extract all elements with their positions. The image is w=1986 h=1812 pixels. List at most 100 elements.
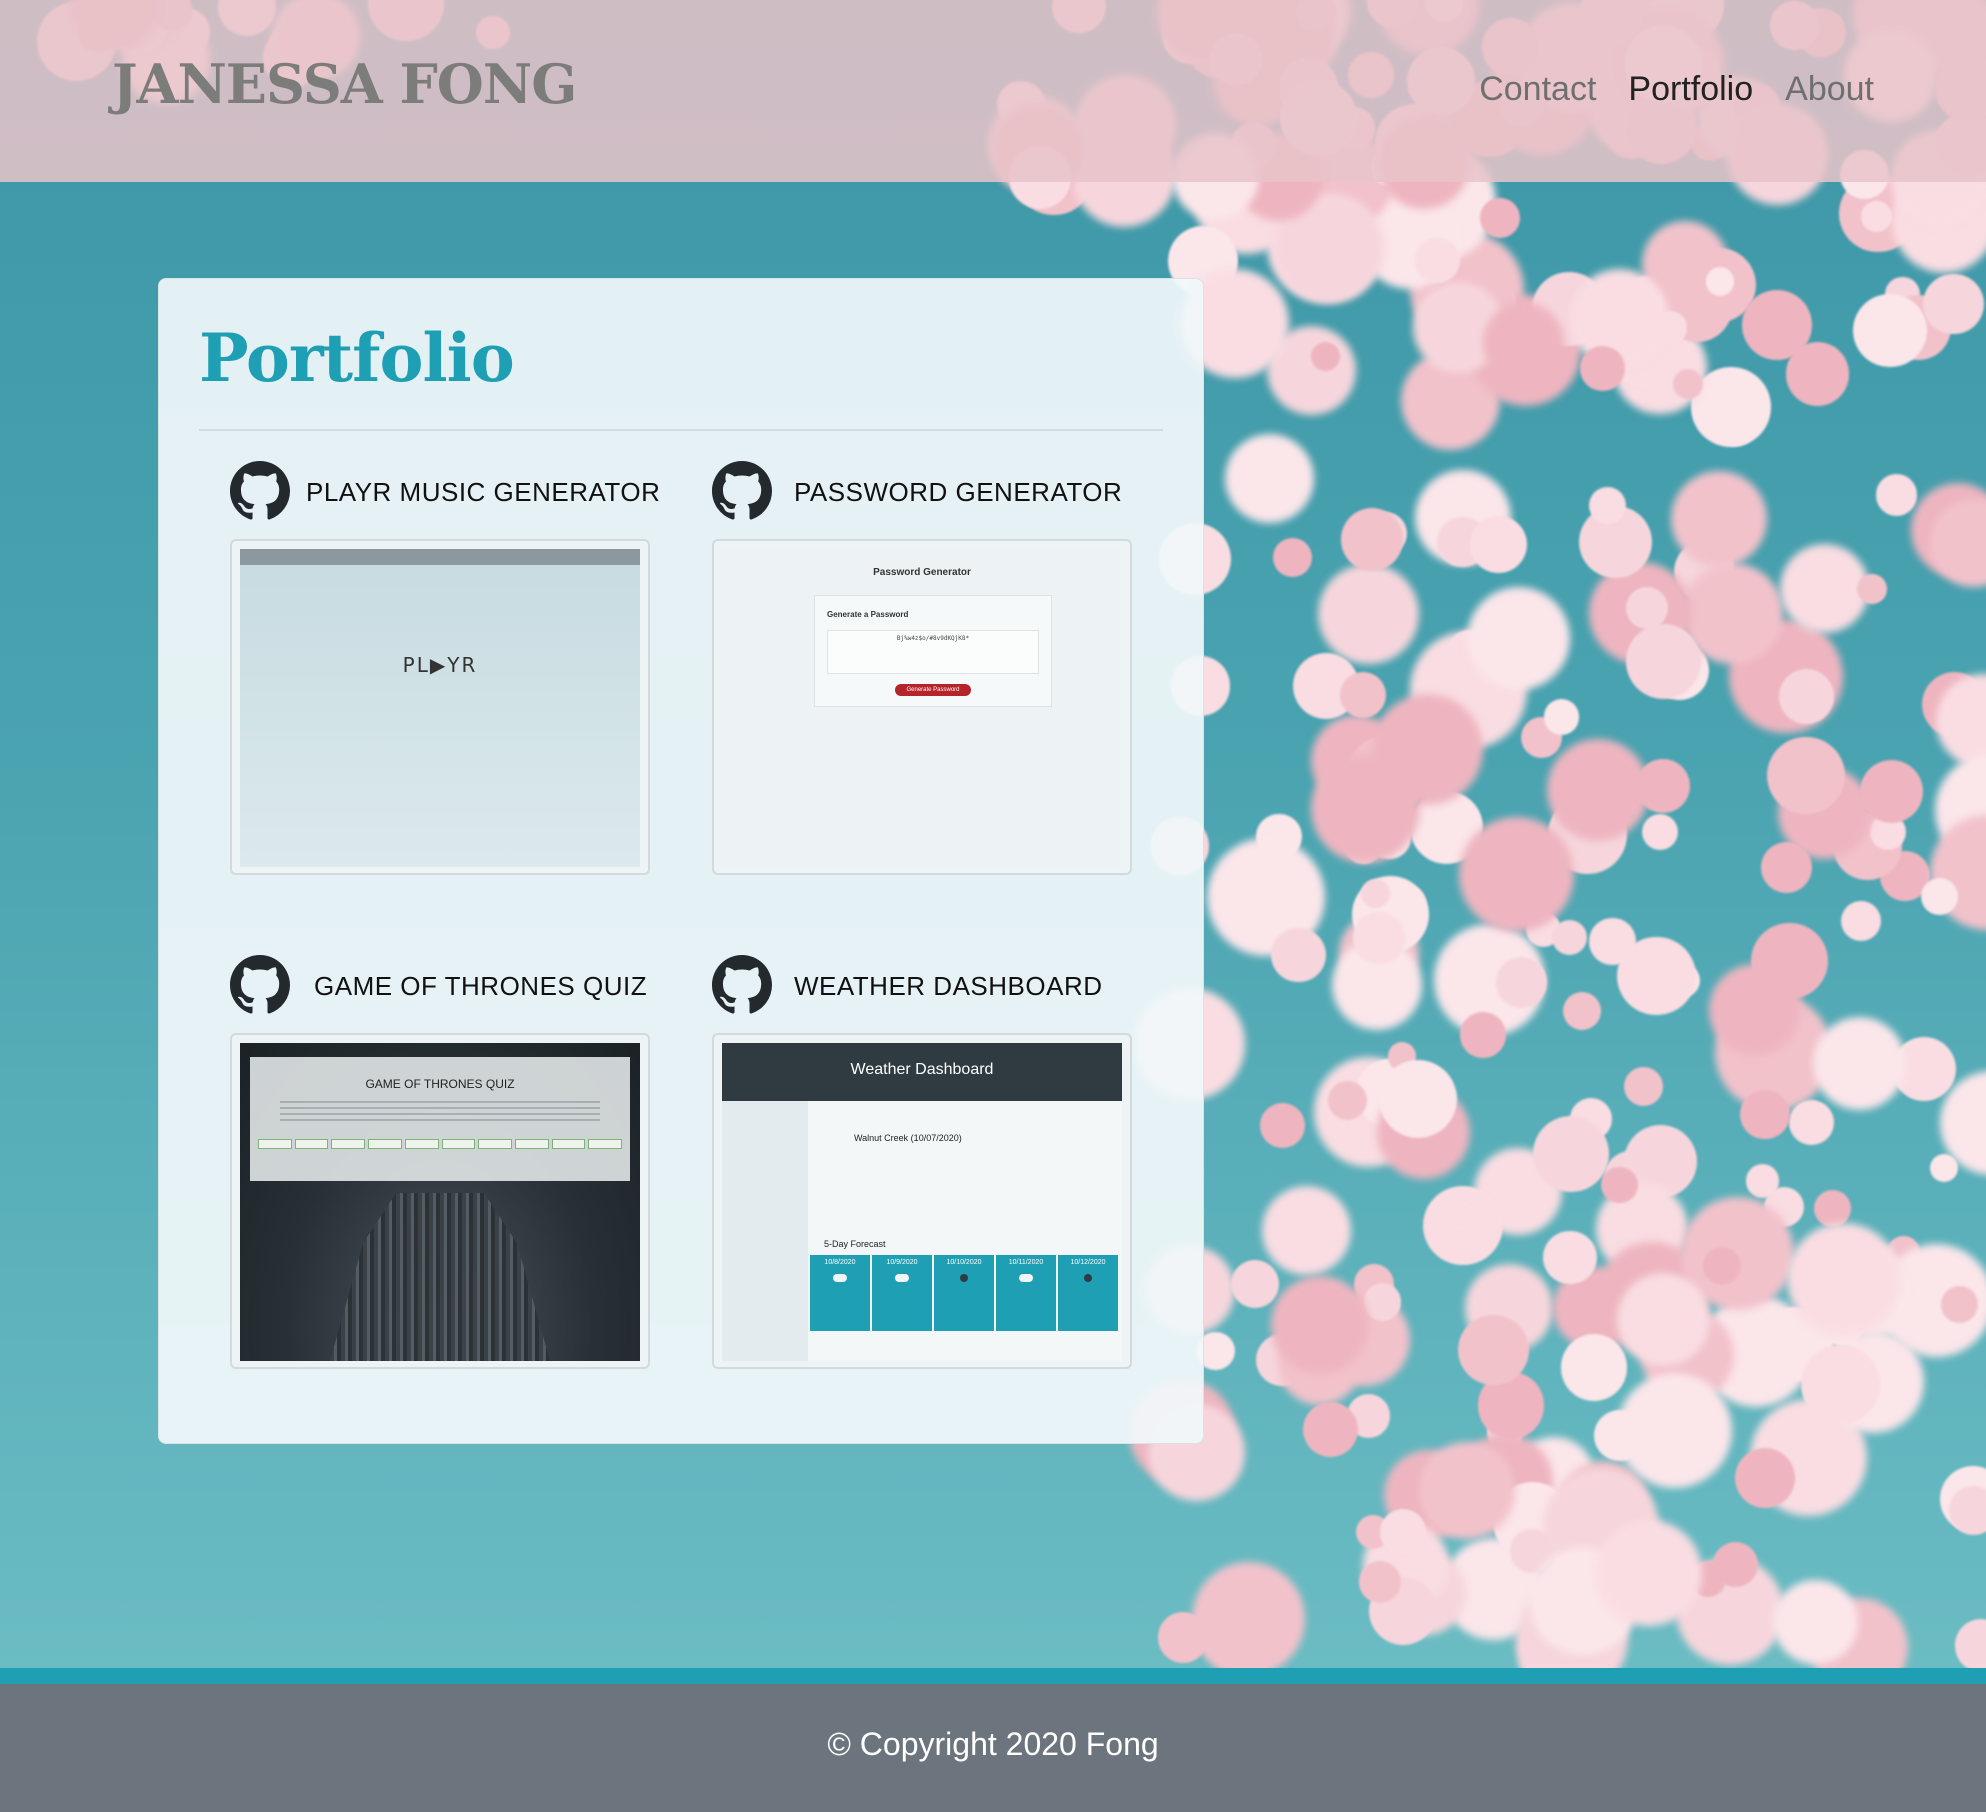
blossom-cluster (1543, 1231, 1597, 1285)
wx-sidebar (722, 1101, 808, 1361)
blossom-cluster (1671, 471, 1768, 568)
brand-logo[interactable]: JANESSA FONG (112, 52, 577, 116)
blossom-cluster (1773, 1579, 1858, 1665)
blossom-cluster (1414, 238, 1460, 284)
got-quiz-panel: GAME OF THRONES QUIZ (250, 1057, 630, 1181)
project-header: WEATHER DASHBOARD (712, 955, 1172, 1015)
blossom-cluster (1318, 563, 1420, 665)
wx-day: 10/10/2020 (934, 1255, 994, 1331)
project-screenshot[interactable]: Password Generator Generate a Password B… (712, 539, 1132, 875)
blossom-cluster (1787, 1222, 1900, 1336)
blossom-cluster (1861, 201, 1893, 233)
site-footer: © Copyright 2020 Fong (0, 1684, 1986, 1812)
blossom-cluster (1543, 698, 1580, 735)
blossom-cluster (1479, 198, 1520, 238)
blossom-cluster (1191, 1562, 1306, 1668)
iron-throne-image (330, 1193, 550, 1361)
playr-preview: PL▶YR (240, 549, 640, 867)
blossom-cluster (1380, 1508, 1427, 1555)
blossom-cluster (1930, 1153, 1959, 1182)
blossom-cluster (1875, 474, 1918, 516)
github-icon[interactable] (712, 955, 772, 1015)
blossom-cluster (1363, 1282, 1402, 1321)
project-title[interactable]: GAME OF THRONES QUIZ (314, 971, 647, 1002)
wx-day: 10/11/2020 (996, 1255, 1056, 1331)
blossom-cluster (1580, 345, 1625, 391)
project-title[interactable]: PASSWORD GENERATOR (794, 477, 1122, 508)
blossom-cluster (1706, 267, 1735, 296)
blossom-cluster (1271, 927, 1326, 982)
blossom-cluster (1483, 301, 1565, 384)
blossom-cluster (1458, 817, 1574, 933)
blossom-cluster (1533, 1116, 1609, 1192)
pw-card: Generate a Password Bj%w4z$o/#8v9dKQjK8*… (814, 595, 1052, 707)
blossom-cluster (1547, 739, 1649, 842)
blossom-cluster (1588, 486, 1627, 524)
got-house-buttons (258, 1139, 623, 1149)
blossom-cluster (1358, 1560, 1401, 1603)
blossom-cluster (1458, 1314, 1529, 1385)
wx-day: 10/8/2020 (810, 1255, 870, 1331)
blossom-cluster (1767, 736, 1845, 815)
blossom-cluster (1812, 1016, 1906, 1110)
blossom-cluster (1466, 587, 1570, 691)
blossom-cluster (1745, 1164, 1780, 1198)
blossom-cluster (1949, 1485, 1986, 1535)
nav-portfolio[interactable]: Portfolio (1628, 70, 1753, 109)
blossom-cluster (1271, 1276, 1369, 1374)
blossom-cluster (1785, 342, 1850, 406)
main-nav: Contact Portfolio About (1479, 70, 1874, 109)
page-title: Portfolio (199, 319, 515, 397)
blossom-cluster (1616, 1273, 1710, 1367)
playr-navbar (240, 549, 640, 565)
pw-title: Password Generator (873, 567, 971, 578)
wx-day: 10/12/2020 (1058, 1255, 1118, 1331)
blossom-cluster (1594, 1409, 1646, 1462)
site-header: JANESSA FONG Contact Portfolio About (0, 0, 1986, 182)
blossom-cluster (1259, 1102, 1306, 1149)
blossom-cluster (1600, 1166, 1638, 1204)
nav-contact[interactable]: Contact (1479, 70, 1596, 109)
blossom-cluster (1157, 1612, 1209, 1664)
blossom-cluster (1262, 1186, 1351, 1275)
nav-about[interactable]: About (1785, 70, 1874, 109)
blossom-cluster (1740, 1089, 1790, 1140)
project-header: PLAYR MUSIC GENERATOR (230, 461, 690, 521)
blossom-cluster (1859, 759, 1923, 823)
footer-accent-bar (0, 1668, 1986, 1684)
weather-preview: Weather Dashboard Walnut Creek (10/07/20… (722, 1043, 1122, 1361)
blossom-cluster (1857, 573, 1888, 604)
blossom-cluster (1778, 668, 1834, 724)
github-icon[interactable] (230, 461, 290, 521)
pw-value: Bj%w4z$o/#8v9dKQjK8* (896, 635, 970, 642)
blossom-cluster (1310, 753, 1420, 863)
blossom-cluster (1642, 813, 1679, 850)
blossom-cluster (1230, 1259, 1279, 1308)
blossom-cluster (1734, 1447, 1796, 1509)
blossom-cluster (1273, 538, 1313, 577)
blossom-cluster (1341, 508, 1404, 571)
blossom-cluster (1340, 672, 1387, 719)
blossom-cluster (1923, 273, 1984, 335)
blossom-cluster (1800, 1344, 1881, 1425)
blossom-cluster (1625, 624, 1701, 700)
blossom-cluster (1853, 293, 1927, 368)
blossom-cluster (1560, 1334, 1628, 1401)
project-title[interactable]: WEATHER DASHBOARD (794, 971, 1103, 1002)
wx-forecast: 10/8/2020 10/9/2020 10/10/2020 10/11/202… (810, 1255, 1118, 1331)
divider (199, 429, 1163, 431)
blossom-cluster (1779, 544, 1869, 634)
blossom-cluster (1672, 368, 1704, 400)
github-icon[interactable] (712, 461, 772, 521)
blossom-cluster (1814, 1190, 1852, 1228)
blossom-cluster (1788, 1100, 1835, 1146)
blossom-cluster (1378, 1060, 1457, 1139)
project-screenshot[interactable]: Weather Dashboard Walnut Creek (10/07/20… (712, 1033, 1132, 1369)
blossom-cluster (1625, 586, 1669, 629)
project-screenshot[interactable]: PL▶YR (230, 539, 650, 875)
project-screenshot[interactable]: GAME OF THRONES QUIZ (230, 1033, 650, 1369)
project-title[interactable]: PLAYR MUSIC GENERATOR (306, 477, 660, 508)
github-icon[interactable] (230, 955, 290, 1015)
got-description (280, 1101, 600, 1123)
blossom-cluster (1940, 1285, 1978, 1323)
